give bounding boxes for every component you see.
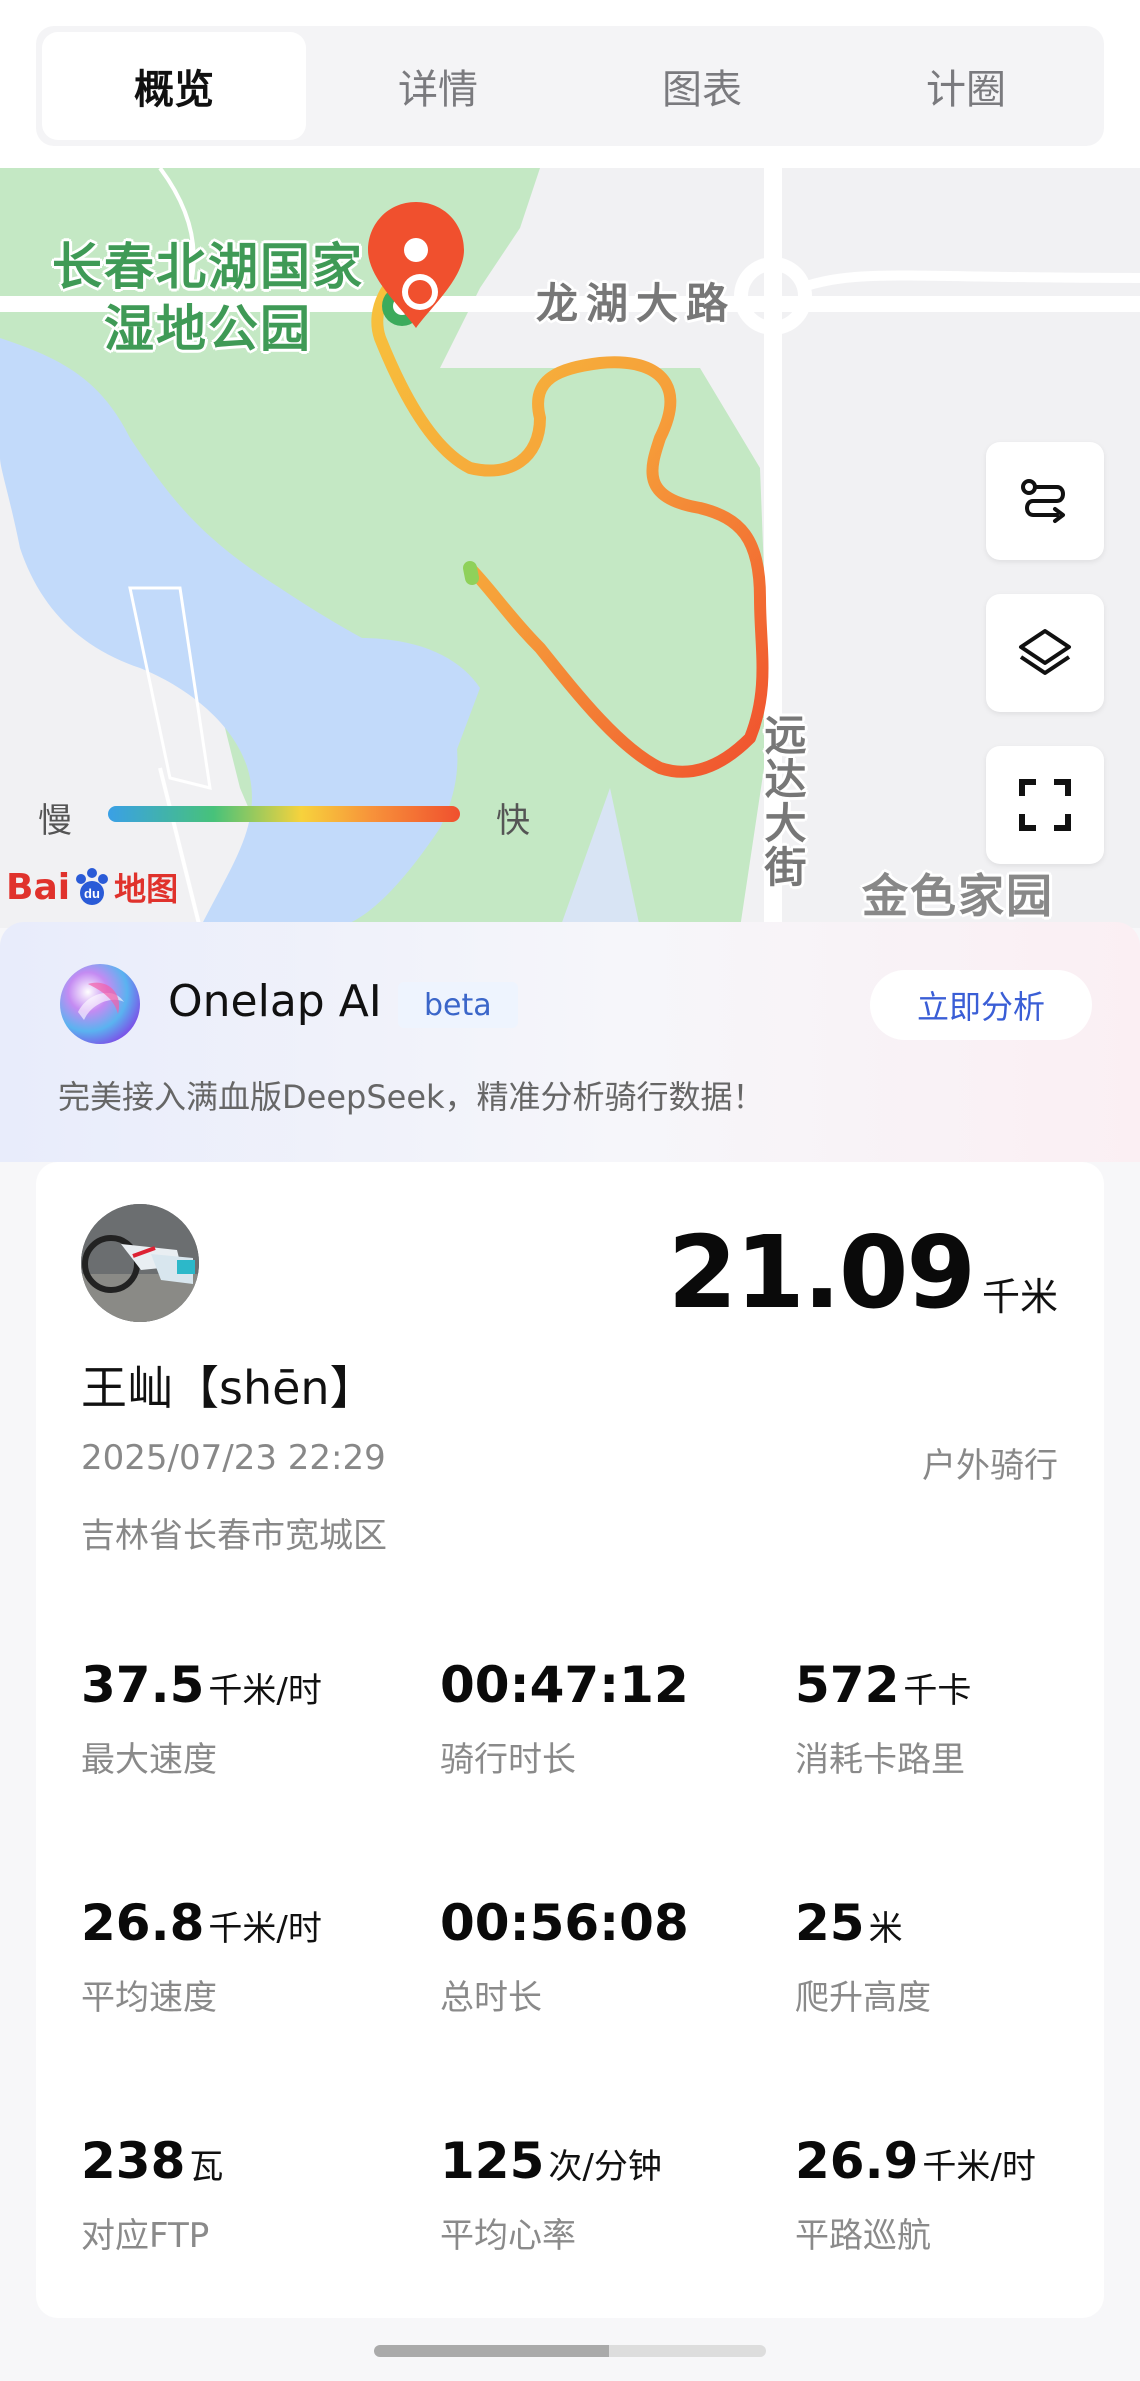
segmented-tabs: 概览 详情 图表 计圈 — [36, 26, 1104, 146]
estate-label: 金色家园 — [862, 869, 1054, 923]
stat-value: 26.9 — [795, 2132, 919, 2190]
park-label-line2: 湿地公园 — [104, 300, 312, 358]
stat-value: 125 — [440, 2132, 545, 2190]
stat-unit: 千卡 — [903, 1671, 972, 1711]
stat-value: 26.8 — [81, 1894, 205, 1952]
stat-calories: 572 千卡 消耗卡路里 — [795, 1656, 1135, 1781]
tab-details[interactable]: 详情 — [306, 32, 570, 140]
stat-value: 00:56:08 — [440, 1894, 689, 1952]
legend-slow-label: 慢 — [38, 801, 72, 841]
svg-text:du: du — [84, 886, 100, 901]
stat-label: 爬升高度 — [795, 1978, 931, 2018]
baidu-logo-map-word: 地图 — [114, 870, 179, 908]
road-label-longhu: 龙湖大路 — [536, 279, 737, 328]
stat-value: 25 — [795, 1894, 865, 1952]
legend-fast-label: 快 — [496, 801, 530, 841]
baidu-logo-text: Bai — [6, 866, 71, 908]
stat-elevation-gain: 25 米 爬升高度 — [795, 1894, 1135, 2019]
layers-button[interactable] — [986, 594, 1104, 712]
user-name: 王屾【shēn】 — [81, 1361, 376, 1415]
stat-label: 最大速度 — [81, 1740, 217, 1780]
stat-label: 平均心率 — [440, 2216, 576, 2256]
stat-label: 骑行时长 — [440, 1740, 576, 1780]
distance-unit: 千米 — [981, 1275, 1058, 1319]
stat-avg-heart-rate: 125 次/分钟 平均心率 — [440, 2132, 780, 2257]
ride-location: 吉林省长春市宽城区 — [81, 1516, 387, 1556]
park-label: 长春北湖国家 湿地公园 — [48, 236, 368, 360]
tab-laps[interactable]: 计圈 — [834, 32, 1098, 140]
stat-unit: 千米/时 — [208, 1671, 322, 1711]
avatar-image — [81, 1204, 199, 1322]
tab-bar: 概览 详情 图表 计圈 — [0, 0, 1140, 168]
stat-label: 对应FTP — [81, 2216, 210, 2256]
distance-value: 21.09 — [667, 1214, 976, 1331]
beta-badge: beta — [398, 982, 518, 1028]
stat-value: 37.5 — [81, 1656, 205, 1714]
analyze-now-button[interactable]: 立即分析 — [870, 970, 1092, 1040]
route-icon — [1021, 479, 1065, 523]
stat-value: 238 — [81, 2132, 186, 2190]
ride-summary-card: 21.09 千米 王屾【shēn】 2025/07/23 22:29 户外骑行 … — [36, 1162, 1104, 2318]
tab-charts[interactable]: 图表 — [570, 32, 834, 140]
route-map[interactable]: 长春北湖国家 湿地公园 龙湖大路 远达大街 金色家园 慢 快 Bai du 地图 — [0, 168, 1140, 928]
stat-label: 消耗卡路里 — [795, 1740, 965, 1780]
stat-flat-cruise: 26.9 千米/时 平路巡航 — [795, 2132, 1135, 2257]
ai-title: Onelap AI — [168, 976, 382, 1027]
road-label-yuanda: 远达大街 — [758, 713, 807, 889]
home-indicator[interactable] — [374, 2345, 766, 2357]
baidu-map-logo: Bai du 地图 — [6, 864, 178, 910]
stat-value: 00:47:12 — [440, 1656, 689, 1714]
stat-label: 平均速度 — [81, 1978, 217, 2018]
stat-value: 572 — [795, 1656, 900, 1714]
stat-unit: 千米/时 — [208, 1909, 322, 1949]
avatar[interactable] — [81, 1204, 199, 1322]
speed-legend-bar — [108, 806, 460, 822]
layers-icon — [1019, 629, 1071, 675]
stat-label: 总时长 — [440, 1978, 542, 2018]
stat-unit: 千米/时 — [922, 2147, 1036, 2187]
stat-unit: 瓦 — [189, 2147, 224, 2187]
stat-total-duration: 00:56:08 总时长 — [440, 1894, 780, 2019]
ride-type: 户外骑行 — [922, 1446, 1058, 1486]
stat-unit: 次/分钟 — [548, 2147, 662, 2187]
baidu-paw-icon: du — [76, 868, 109, 905]
route-toggle-button[interactable] — [986, 442, 1104, 560]
ai-subtitle: 完美接入满血版DeepSeek，精准分析骑行数据！ — [58, 1078, 765, 1116]
stat-unit: 米 — [868, 1909, 903, 1949]
tab-overview[interactable]: 概览 — [42, 32, 306, 140]
stat-label: 平路巡航 — [795, 2216, 931, 2256]
fullscreen-button[interactable] — [986, 746, 1104, 864]
stat-ride-duration: 00:47:12 骑行时长 — [440, 1656, 780, 1781]
stat-max-speed: 37.5 千米/时 最大速度 — [81, 1656, 421, 1781]
park-label-line1: 长春北湖国家 — [52, 238, 364, 296]
fullscreen-icon — [1019, 779, 1071, 831]
ride-datetime: 2025/07/23 22:29 — [81, 1438, 386, 1478]
stat-ftp: 238 瓦 对应FTP — [81, 2132, 421, 2257]
stat-avg-speed: 26.8 千米/时 平均速度 — [81, 1894, 421, 2019]
onelap-ai-banner: Onelap AI beta 立即分析 完美接入满血版DeepSeek，精准分析… — [0, 922, 1140, 1162]
onelap-ai-logo-icon — [60, 964, 140, 1044]
